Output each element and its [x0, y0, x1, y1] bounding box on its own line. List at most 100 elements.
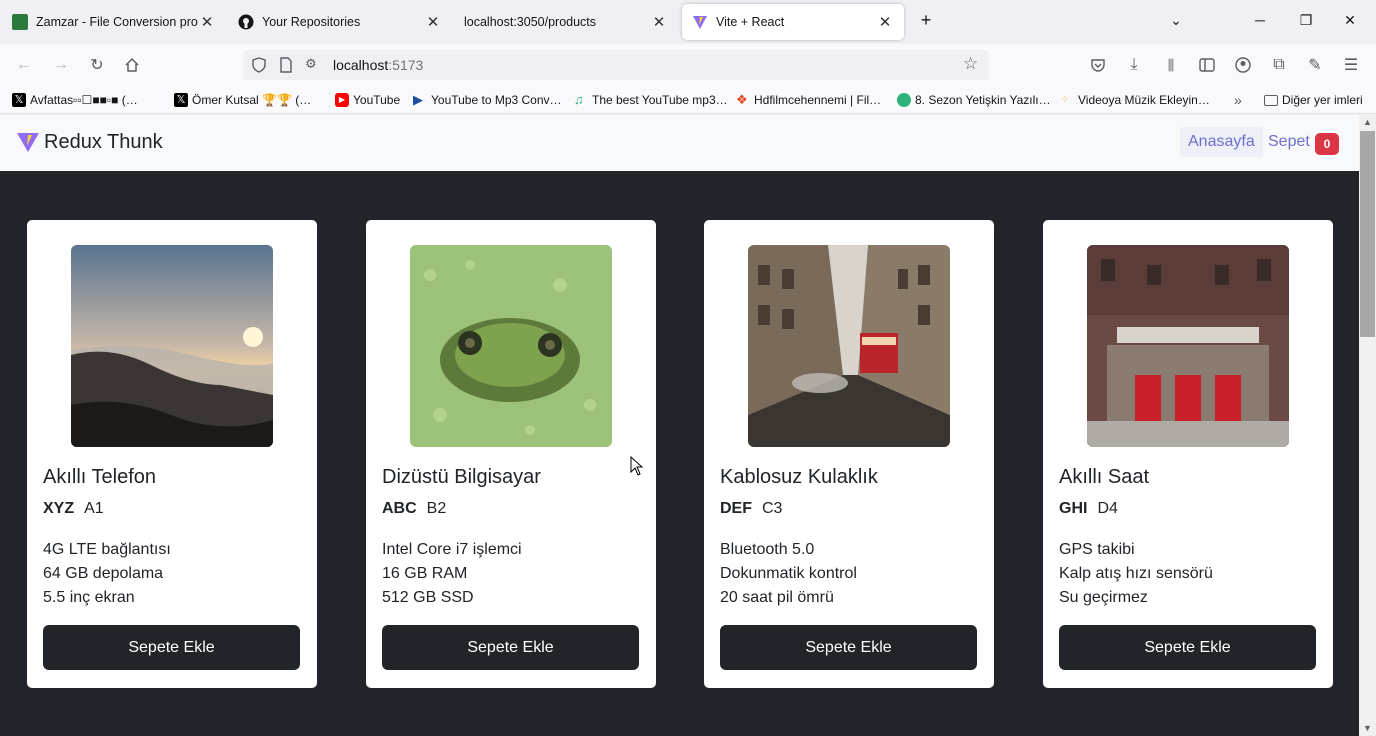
scrollbar-thumb[interactable]: [1360, 131, 1375, 337]
nav-link-home[interactable]: Anasayfa: [1180, 127, 1263, 157]
minimize-icon[interactable]: ─: [1250, 12, 1270, 28]
add-to-cart-button[interactable]: Sepete Ekle: [382, 625, 639, 670]
bookmark-item[interactable]: ♫ The best YouTube mp3…: [574, 92, 728, 108]
product-name: Dizüstü Bilgisayar: [382, 466, 541, 488]
product-model: B2: [426, 500, 447, 517]
bookmark-item[interactable]: ▶ YouTube to Mp3 Conv…: [413, 92, 562, 108]
product-feature: Bluetooth 5.0: [720, 541, 815, 558]
pocket-icon[interactable]: [1087, 54, 1109, 76]
product-brand-model: GHI D4: [1059, 500, 1118, 518]
product-feature: 512 GB SSD: [382, 589, 474, 606]
bookmark-item[interactable]: 𝕏 Avfattas▫▫☐■■▫■ (…: [12, 92, 138, 108]
music-icon: ♫: [574, 92, 584, 107]
maximize-icon[interactable]: ❐: [1296, 12, 1316, 29]
product-image: [748, 245, 950, 447]
window-close-icon[interactable]: ✕: [1340, 12, 1360, 29]
bookmark-label: Avfattas▫▫☐■■▫■ (…: [30, 93, 138, 107]
bookmark-label: YouTube: [353, 93, 401, 107]
other-bookmarks-label: Diğer yer imleri: [1282, 93, 1363, 107]
url-bar[interactable]: ⚙ localhost:5173 ☆: [243, 50, 989, 80]
bookmark-label: Hdfilmcehennemi | Fil…: [754, 93, 882, 107]
x-icon: 𝕏: [12, 93, 26, 107]
product-model: C3: [762, 500, 783, 517]
bookmarks-toolbar: 𝕏 Avfattas▫▫☐■■▫■ (… 𝕏 Ömer Kutsal 🏆🏆 (……: [0, 86, 1376, 114]
eyedropper-icon[interactable]: ✎: [1304, 54, 1326, 76]
home-icon[interactable]: [121, 54, 143, 76]
zamzar-icon: [12, 14, 28, 30]
add-to-cart-button[interactable]: Sepete Ekle: [720, 625, 977, 670]
back-icon[interactable]: ←: [13, 54, 35, 76]
sidebar-icon[interactable]: [1196, 54, 1218, 76]
other-bookmarks[interactable]: Diğer yer imleri: [1264, 92, 1363, 108]
tab-localhost-products[interactable]: localhost:3050/products ✕: [454, 4, 678, 40]
close-icon[interactable]: ✕: [424, 13, 442, 31]
tab-strip: Zamzar - File Conversion progr ✕ Your Re…: [0, 0, 1376, 44]
product-feature: 20 saat pil ömrü: [720, 589, 834, 606]
url-host: localhost: [333, 57, 389, 73]
bookmark-item[interactable]: ❖ Hdfilmcehennemi | Fil…: [736, 92, 881, 108]
shield-icon[interactable]: [251, 57, 267, 78]
add-to-cart-button[interactable]: Sepete Ekle: [43, 625, 300, 670]
product-image: [71, 245, 273, 447]
close-icon[interactable]: ✕: [650, 13, 668, 31]
new-tab-icon[interactable]: +: [916, 10, 936, 31]
add-to-cart-button[interactable]: Sepete Ekle: [1059, 625, 1316, 670]
github-icon: [238, 14, 254, 30]
product-card: Akıllı Saat GHI D4 GPS takibi Kalp atış h…: [1043, 220, 1333, 688]
bookmark-item[interactable]: ⁘ Videoya Müzik Ekleyin…: [1060, 92, 1210, 108]
folder-icon: [1264, 94, 1278, 106]
chevron-double-right-icon[interactable]: »: [1234, 92, 1242, 108]
downloads-icon[interactable]: ⤓: [1123, 54, 1145, 76]
product-name: Akıllı Saat: [1059, 466, 1150, 488]
close-icon[interactable]: ✕: [198, 13, 216, 31]
bookmark-label: Videoya Müzik Ekleyin…: [1078, 93, 1210, 107]
bookmark-label: 8. Sezon Yetişkin Yazılı…: [915, 93, 1051, 107]
product-feature: GPS takibi: [1059, 541, 1135, 558]
product-image: [410, 245, 612, 447]
close-icon[interactable]: ✕: [876, 13, 894, 31]
permissions-icon[interactable]: ⚙: [305, 56, 317, 72]
star-icon[interactable]: ☆: [963, 54, 978, 74]
scroll-up-icon[interactable]: ▲: [1359, 115, 1376, 129]
navbar-brand[interactable]: Redux Thunk: [16, 130, 163, 154]
library-icon[interactable]: ⫼: [1160, 54, 1182, 76]
app-navbar: Redux Thunk Anasayfa Sepet 0: [0, 115, 1359, 171]
product-feature: Dokunmatik kontrol: [720, 565, 857, 582]
navigation-toolbar: ← → ↻ ⚙ localhost:5173 ☆ ⤓ ⫼ ⧉ ✎ ☰: [0, 44, 1376, 86]
tab-vite-react[interactable]: Vite + React ✕: [682, 4, 904, 40]
bookmark-label: YouTube to Mp3 Conv…: [431, 93, 562, 107]
cart-count-badge: 0: [1315, 133, 1339, 155]
tab-zamzar[interactable]: Zamzar - File Conversion progr ✕: [2, 4, 226, 40]
bookmark-item[interactable]: 8. Sezon Yetişkin Yazılı…: [897, 92, 1051, 108]
vite-icon: [692, 14, 708, 30]
url-text[interactable]: localhost:5173: [333, 57, 423, 73]
bookmark-item[interactable]: ▶ YouTube: [335, 92, 400, 108]
reload-icon[interactable]: ↻: [86, 54, 108, 76]
tab-repositories[interactable]: Your Repositories ✕: [228, 4, 452, 40]
forward-icon[interactable]: →: [50, 54, 72, 76]
bookmark-item[interactable]: 𝕏 Ömer Kutsal 🏆🏆 (…: [174, 92, 311, 108]
vite-logo-icon: [17, 133, 39, 152]
list-all-tabs-icon[interactable]: ⌄: [1166, 12, 1186, 29]
product-brand: GHI: [1059, 500, 1088, 517]
product-name: Kablosuz Kulaklık: [720, 466, 878, 488]
mouse-cursor-icon: [630, 456, 644, 476]
nav-link-cart[interactable]: Sepet: [1268, 133, 1310, 151]
circle-icon: [897, 93, 911, 107]
extensions-icon[interactable]: ⧉: [1268, 54, 1290, 76]
product-card: Akıllı Telefon XYZ A1 4G LTE bağlantısı 6…: [27, 220, 317, 688]
product-feature: 16 GB RAM: [382, 565, 468, 582]
product-feature: Intel Core i7 işlemci: [382, 541, 522, 558]
scroll-down-icon[interactable]: ▼: [1359, 721, 1376, 735]
product-brand-model: XYZ A1: [43, 500, 104, 518]
tab-title: Vite + React: [716, 15, 785, 29]
account-icon[interactable]: [1232, 54, 1254, 76]
menu-icon[interactable]: ☰: [1340, 54, 1362, 76]
page-icon[interactable]: [279, 57, 293, 78]
product-model: A1: [84, 500, 104, 517]
tab-title: Zamzar - File Conversion progr: [36, 15, 198, 29]
product-model: D4: [1097, 500, 1118, 517]
tab-title: Your Repositories: [262, 15, 361, 29]
page-scrollbar[interactable]: ▲ ▼: [1359, 115, 1376, 736]
product-brand-model: ABC B2: [382, 500, 446, 518]
